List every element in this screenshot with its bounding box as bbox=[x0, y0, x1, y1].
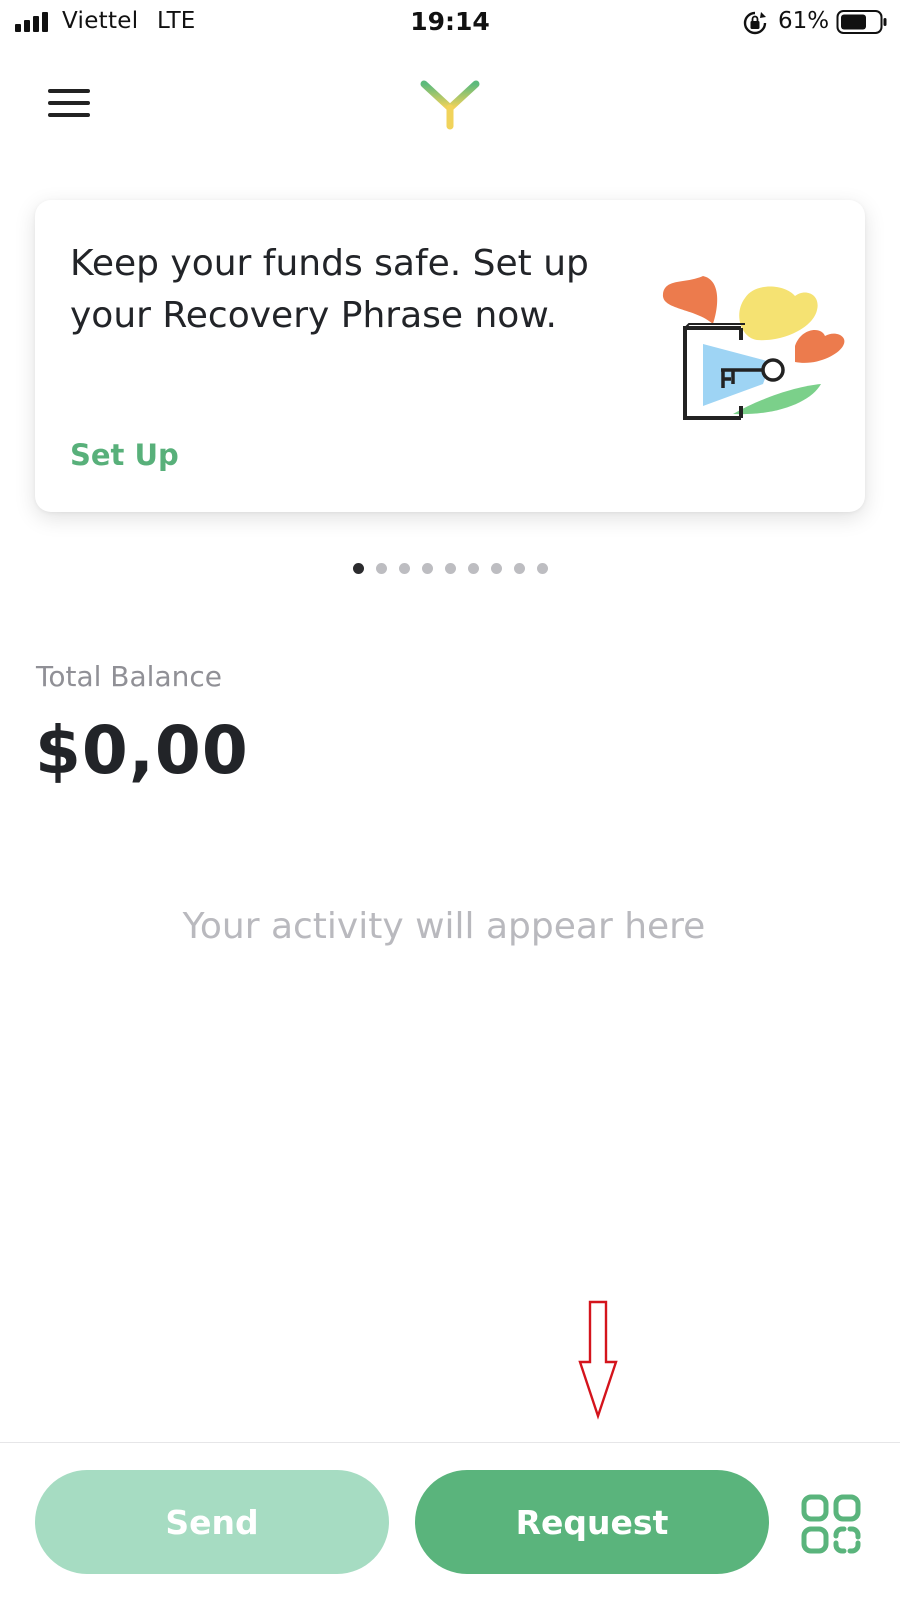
pager-dot[interactable] bbox=[421, 563, 433, 574]
pager-dot[interactable] bbox=[536, 563, 548, 574]
total-balance-amount: $0,00 bbox=[35, 712, 249, 789]
battery-icon bbox=[836, 10, 887, 34]
rotation-lock-icon bbox=[743, 11, 767, 35]
promo-message: Keep your funds safe. Set up your Recove… bbox=[70, 243, 589, 336]
hamburger-menu-icon[interactable] bbox=[46, 84, 92, 122]
pager-dot[interactable] bbox=[398, 563, 410, 574]
recovery-key-illustration bbox=[662, 276, 845, 420]
status-bar: Viettel LTE 19:14 61% bbox=[0, 0, 900, 46]
promo-pager-dots[interactable] bbox=[0, 563, 900, 574]
qr-scan-icon[interactable] bbox=[800, 1493, 862, 1555]
wallet-home-screen: Viettel LTE 19:14 61% Keep your funds sa… bbox=[0, 0, 900, 1600]
pager-dot[interactable] bbox=[444, 563, 456, 574]
v-logo-icon bbox=[420, 80, 480, 130]
pager-dot[interactable] bbox=[467, 563, 479, 574]
bottom-bar-divider bbox=[0, 1442, 900, 1443]
recovery-phrase-promo-card[interactable]: Keep your funds safe. Set up your Recove… bbox=[35, 200, 865, 512]
pager-dot[interactable] bbox=[352, 563, 364, 574]
battery-percent: 61% bbox=[778, 8, 830, 34]
total-balance-label: Total Balance bbox=[36, 660, 222, 693]
annotation-arrow-icon bbox=[578, 1300, 618, 1420]
activity-empty-message: Your activity will appear here bbox=[182, 906, 706, 947]
set-up-link[interactable]: Set Up bbox=[70, 438, 179, 472]
send-button[interactable]: Send bbox=[35, 1470, 389, 1574]
request-button[interactable]: Request bbox=[415, 1470, 769, 1574]
pager-dot[interactable] bbox=[513, 563, 525, 574]
pager-dot[interactable] bbox=[490, 563, 502, 574]
pager-dot[interactable] bbox=[375, 563, 387, 574]
